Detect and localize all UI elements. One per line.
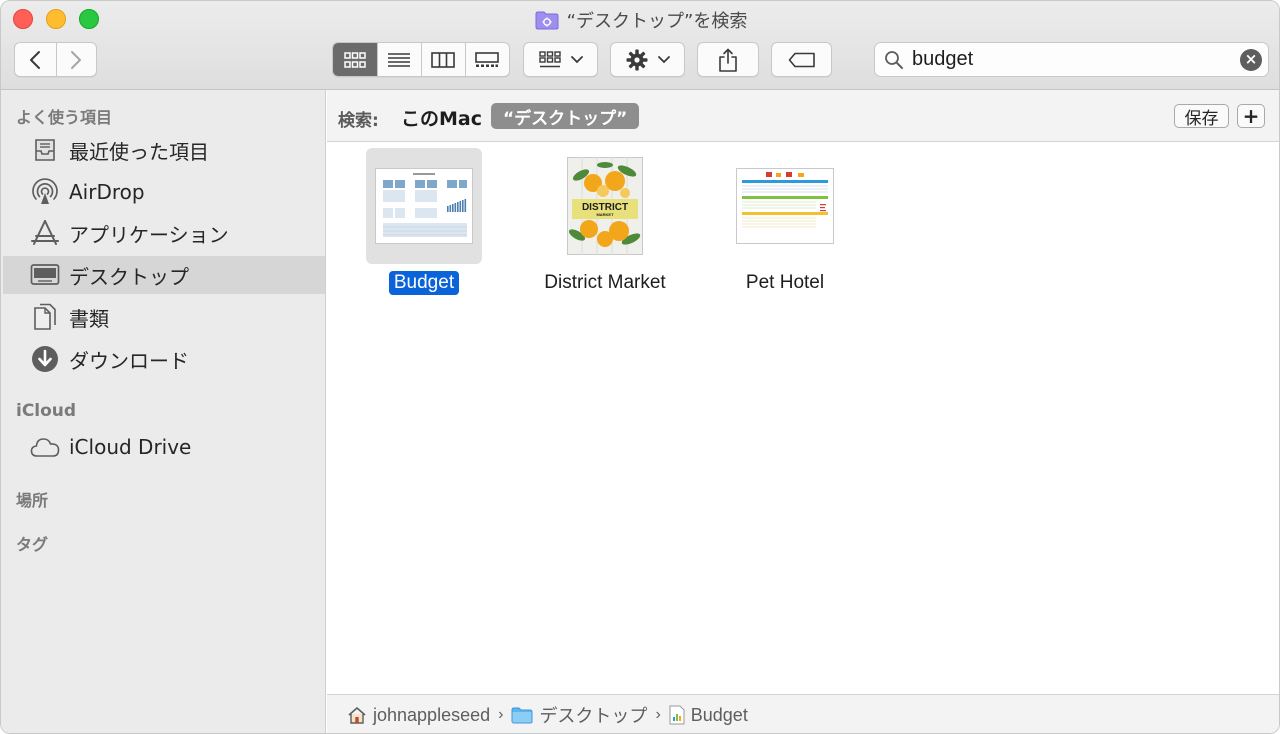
sidebar-item-icloud-drive[interactable]: iCloud Drive [3,428,325,466]
icon-grid-icon [344,51,366,68]
file-thumbnail-pet-hotel[interactable] [727,148,843,264]
sidebar-item-label: 最近使った項目 [69,139,209,164]
share-button[interactable] [697,42,759,77]
icloud-header: iCloud [16,401,77,421]
desktop-icon [29,260,61,290]
recents-icon [29,135,61,165]
path-segment-home[interactable]: johnappleseed [347,705,490,726]
group-grid-icon [538,50,561,67]
sidebar-item-label: 書類 [69,306,109,331]
sidebar-item-recents[interactable]: 最近使った項目 [3,131,325,169]
favorites-header: よく使う項目 [16,108,113,127]
file-thumbnail-budget[interactable] [366,148,482,264]
tags-header: タグ [16,535,49,554]
finder-window: “デスクトップ”を検索 budget × よく使う項目 最近使った項目 AirD… [0,0,1280,734]
search-scope-label: 検索: [338,111,379,131]
smart-folder-icon [535,11,559,30]
group-by-button[interactable] [523,42,598,77]
sidebar-item-downloads[interactable]: ダウンロード [3,340,325,378]
file-thumbnail-district-market[interactable]: DISTRICT MARKET [547,148,663,264]
sidebar-item-label: iCloud Drive [69,435,192,459]
downloads-icon [29,344,61,374]
view-mode-segmented-control [332,42,510,77]
tag-icon [788,52,815,67]
sidebar-item-label: アプリケーション [69,222,229,247]
path-segment-label: johnappleseed [373,704,491,725]
applications-icon [29,218,61,248]
sidebar-item-applications[interactable]: アプリケーション [3,214,325,252]
sidebar-item-label: デスクトップ [69,264,189,289]
path-separator: › [498,706,504,723]
spreadsheet-file-icon [669,705,685,725]
file-item-budget[interactable]: Budget [344,148,504,295]
documents-icon [29,302,61,332]
path-segment-label: Budget [690,704,748,725]
locations-header: 場所 [16,491,49,510]
sidebar-item-documents[interactable]: 書類 [3,298,325,336]
list-view-button[interactable] [376,43,421,76]
table-thumbnail-icon [736,168,834,244]
tag-button[interactable] [771,42,832,77]
home-icon [348,707,366,724]
sidebar-item-label: ダウンロード [69,348,189,373]
path-segment-budget[interactable]: Budget [669,705,748,726]
share-icon [719,48,737,72]
file-name-label[interactable]: Budget [388,271,460,295]
sidebar: よく使う項目 最近使った項目 AirDrop アプリケーション デスクトップ 書… [1,90,326,733]
back-button[interactable] [15,43,56,76]
chevron-right-icon [71,50,82,69]
columns-icon [431,51,456,68]
action-menu-button[interactable] [610,42,685,77]
titlebar: “デスクトップ”を検索 budget × [1,1,1279,90]
forward-button[interactable] [55,43,97,76]
navigation-buttons [14,42,97,77]
scope-this-mac-button[interactable]: このMac [401,104,482,131]
poster-subtitle-text: MARKET [596,212,614,217]
poster-thumbnail-icon: DISTRICT MARKET [567,157,643,255]
gear-icon [626,49,647,70]
chevron-down-icon [657,55,670,63]
path-separator: › [655,706,661,723]
search-input[interactable] [912,48,1240,71]
gallery-view-button[interactable] [464,43,509,76]
file-browser-content: Budget DISTRICT MARKET District Market P… [327,142,1279,694]
path-segment-label: デスクトップ [539,706,648,726]
search-field[interactable]: × [874,42,1269,77]
path-bar: johnappleseed › デスクトップ › Budget [327,694,1279,733]
gallery-icon [475,51,500,67]
file-name-label[interactable]: District Market [539,271,670,295]
file-item-pet-hotel[interactable]: Pet Hotel [705,148,865,295]
clear-search-icon[interactable]: × [1240,48,1262,71]
spreadsheet-thumbnail-icon [375,168,473,244]
scope-desktop-button[interactable]: “デスクトップ” [491,103,640,129]
chevron-down-icon [570,55,583,63]
cloud-icon [29,432,61,462]
path-segment-desktop[interactable]: デスクトップ [511,702,647,728]
column-view-button[interactable] [420,43,465,76]
sidebar-item-desktop[interactable]: デスクトップ [3,256,325,294]
search-scope-bar: 検索: このMac “デスクトップ” 保存 + [327,90,1279,142]
window-title: “デスクトップ”を検索 [566,11,748,32]
add-criteria-button[interactable]: + [1237,104,1265,128]
chevron-left-icon [30,50,41,69]
airdrop-icon [29,177,61,207]
sidebar-item-airdrop[interactable]: AirDrop [3,173,325,211]
folder-icon [511,707,533,723]
sidebar-item-label: AirDrop [69,180,145,204]
save-search-button[interactable]: 保存 [1174,104,1229,129]
list-icon [388,52,411,67]
window-title-bar: “デスクトップ”を検索 [1,7,1279,33]
file-item-district-market[interactable]: DISTRICT MARKET District Market [525,148,685,295]
icon-view-button[interactable] [333,43,377,76]
search-icon [885,50,903,69]
file-name-label[interactable]: Pet Hotel [741,271,829,295]
